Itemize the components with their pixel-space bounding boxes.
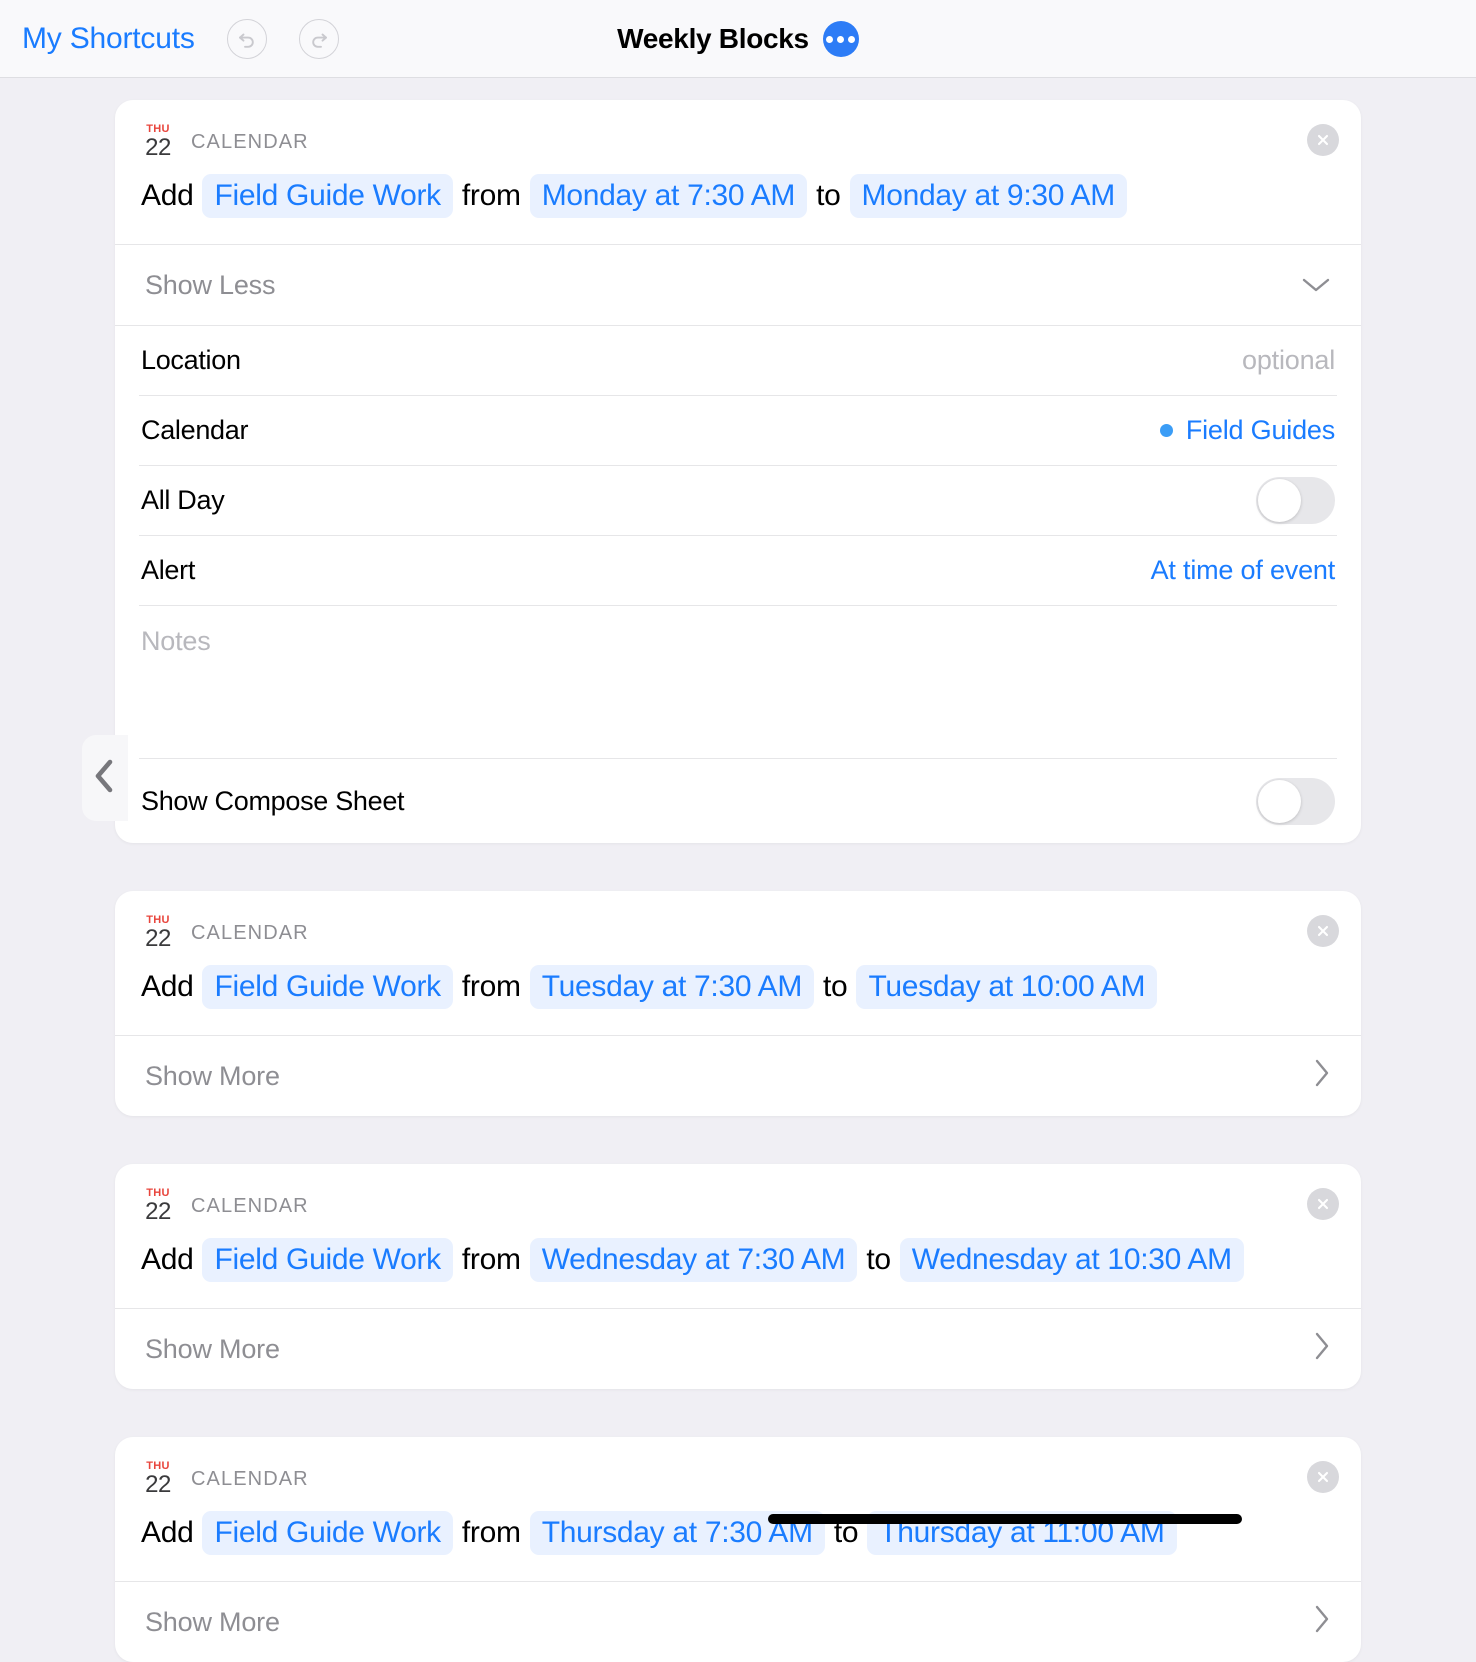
calendar-icon-day: 22 <box>145 1471 171 1498</box>
ellipsis-icon[interactable] <box>822 21 859 57</box>
location-input[interactable]: optional <box>1242 345 1335 376</box>
action-card-calendar-tuesday[interactable]: THU 22 CALENDAR Add Field Guide Work fro… <box>115 891 1361 1116</box>
end-date-token[interactable]: Wednesday at 10:30 AM <box>899 1238 1244 1282</box>
calendar-icon-day: 22 <box>145 1198 171 1225</box>
notes-input[interactable]: Notes <box>115 606 1361 758</box>
calendar-label: Calendar <box>141 415 249 445</box>
notes-placeholder: Notes <box>141 626 211 656</box>
home-indicator <box>768 1514 1242 1524</box>
alert-row[interactable]: Alert At time of event <box>115 536 1361 605</box>
show-compose-sheet-label: Show Compose Sheet <box>141 785 405 816</box>
show-less-toggle[interactable]: Show Less <box>115 245 1361 325</box>
calendar-color-dot-icon <box>1159 424 1173 437</box>
action-app-label: CALENDAR <box>191 921 309 944</box>
show-more-label: Show More <box>145 1060 280 1091</box>
alert-value[interactable]: At time of event <box>1151 555 1336 586</box>
event-title-token[interactable]: Field Guide Work <box>202 1511 453 1555</box>
close-circle-icon[interactable] <box>1307 124 1339 156</box>
show-more-label: Show More <box>145 1333 280 1364</box>
show-more-label: Show More <box>145 1606 280 1637</box>
action-verb: Add <box>141 179 194 212</box>
action-verb: Add <box>141 970 194 1003</box>
back-to-my-shortcuts-button[interactable]: My Shortcuts <box>22 22 195 56</box>
all-day-row[interactable]: All Day <box>115 466 1361 535</box>
start-date-token[interactable]: Monday at 7:30 AM <box>529 174 808 218</box>
undo-arrow-icon[interactable] <box>226 18 267 59</box>
calendar-icon-day: 22 <box>145 925 171 952</box>
action-card-header: THU 22 CALENDAR <box>115 100 1361 160</box>
to-word: to <box>816 179 841 212</box>
calendar-icon-day: 22 <box>145 134 171 161</box>
all-day-label: All Day <box>141 485 225 515</box>
chevron-left-icon <box>92 757 118 800</box>
toolbar-left-group: My Shortcuts <box>22 18 339 59</box>
chevron-right-icon <box>1313 1604 1331 1641</box>
action-card-calendar-wednesday[interactable]: THU 22 CALENDAR Add Field Guide Work fro… <box>115 1164 1361 1389</box>
action-sentence: Add Field Guide Work from Wednesday at 7… <box>115 1224 1361 1308</box>
close-circle-icon[interactable] <box>1307 1188 1339 1220</box>
show-less-label: Show Less <box>145 269 276 300</box>
chevron-right-icon <box>1313 1058 1331 1095</box>
from-word: from <box>461 970 521 1003</box>
close-circle-icon[interactable] <box>1307 915 1339 947</box>
calendar-row[interactable]: Calendar Field Guides <box>115 396 1361 465</box>
page-title: Weekly Blocks <box>617 23 809 54</box>
from-word: from <box>461 179 521 212</box>
start-date-token[interactable]: Wednesday at 7:30 AM <box>529 1238 858 1282</box>
show-more-toggle[interactable]: Show More <box>115 1309 1361 1389</box>
redo-arrow-icon[interactable] <box>298 18 339 59</box>
back-swipe-affordance[interactable] <box>82 735 128 821</box>
action-app-label: CALENDAR <box>191 1194 309 1217</box>
to-word: to <box>823 970 848 1003</box>
action-sentence: Add Field Guide Work from Monday at 7:30… <box>115 160 1361 244</box>
from-word: from <box>461 1516 521 1549</box>
close-circle-icon[interactable] <box>1307 1461 1339 1493</box>
chevron-right-icon <box>1313 1331 1331 1368</box>
action-app-label: CALENDAR <box>191 130 309 153</box>
event-title-token[interactable]: Field Guide Work <box>202 174 453 218</box>
end-date-token[interactable]: Tuesday at 10:00 AM <box>856 965 1158 1009</box>
action-card-calendar-monday[interactable]: THU 22 CALENDAR Add Field Guide Work fro… <box>115 100 1361 843</box>
to-word: to <box>866 1243 891 1276</box>
location-row[interactable]: Location optional <box>115 326 1361 395</box>
show-more-toggle[interactable]: Show More <box>115 1036 1361 1116</box>
app-toolbar: My Shortcuts Weekly Blocks <box>0 0 1476 78</box>
chevron-down-icon <box>1301 270 1331 301</box>
show-more-toggle[interactable]: Show More <box>115 1582 1361 1662</box>
calendar-value[interactable]: Field Guides <box>1159 415 1335 446</box>
from-word: from <box>461 1243 521 1276</box>
action-card-header: THU 22 CALENDAR <box>115 1437 1361 1497</box>
alert-label: Alert <box>141 555 196 585</box>
calendar-app-icon: THU 22 <box>141 1461 175 1497</box>
action-app-label: CALENDAR <box>191 1467 309 1490</box>
end-date-token[interactable]: Monday at 9:30 AM <box>849 174 1127 218</box>
shortcut-actions-list[interactable]: THU 22 CALENDAR Add Field Guide Work fro… <box>0 78 1476 1662</box>
action-card-header: THU 22 CALENDAR <box>115 891 1361 951</box>
action-card-header: THU 22 CALENDAR <box>115 1164 1361 1224</box>
event-title-token[interactable]: Field Guide Work <box>202 965 453 1009</box>
calendar-name: Field Guides <box>1185 415 1335 445</box>
action-card-calendar-thursday[interactable]: THU 22 CALENDAR Add Field Guide Work fro… <box>115 1437 1361 1662</box>
action-verb: Add <box>141 1516 194 1549</box>
calendar-app-icon: THU 22 <box>141 915 175 951</box>
action-sentence: Add Field Guide Work from Thursday at 7:… <box>115 1497 1361 1581</box>
show-compose-sheet-row[interactable]: Show Compose Sheet <box>115 759 1361 843</box>
show-compose-sheet-toggle[interactable] <box>1256 777 1335 825</box>
action-verb: Add <box>141 1243 194 1276</box>
event-title-token[interactable]: Field Guide Work <box>202 1238 453 1282</box>
location-label: Location <box>141 345 241 375</box>
calendar-app-icon: THU 22 <box>141 124 175 160</box>
start-date-token[interactable]: Tuesday at 7:30 AM <box>529 965 815 1009</box>
all-day-toggle[interactable] <box>1256 477 1335 524</box>
action-sentence: Add Field Guide Work from Tuesday at 7:3… <box>115 951 1361 1035</box>
calendar-app-icon: THU 22 <box>141 1188 175 1224</box>
